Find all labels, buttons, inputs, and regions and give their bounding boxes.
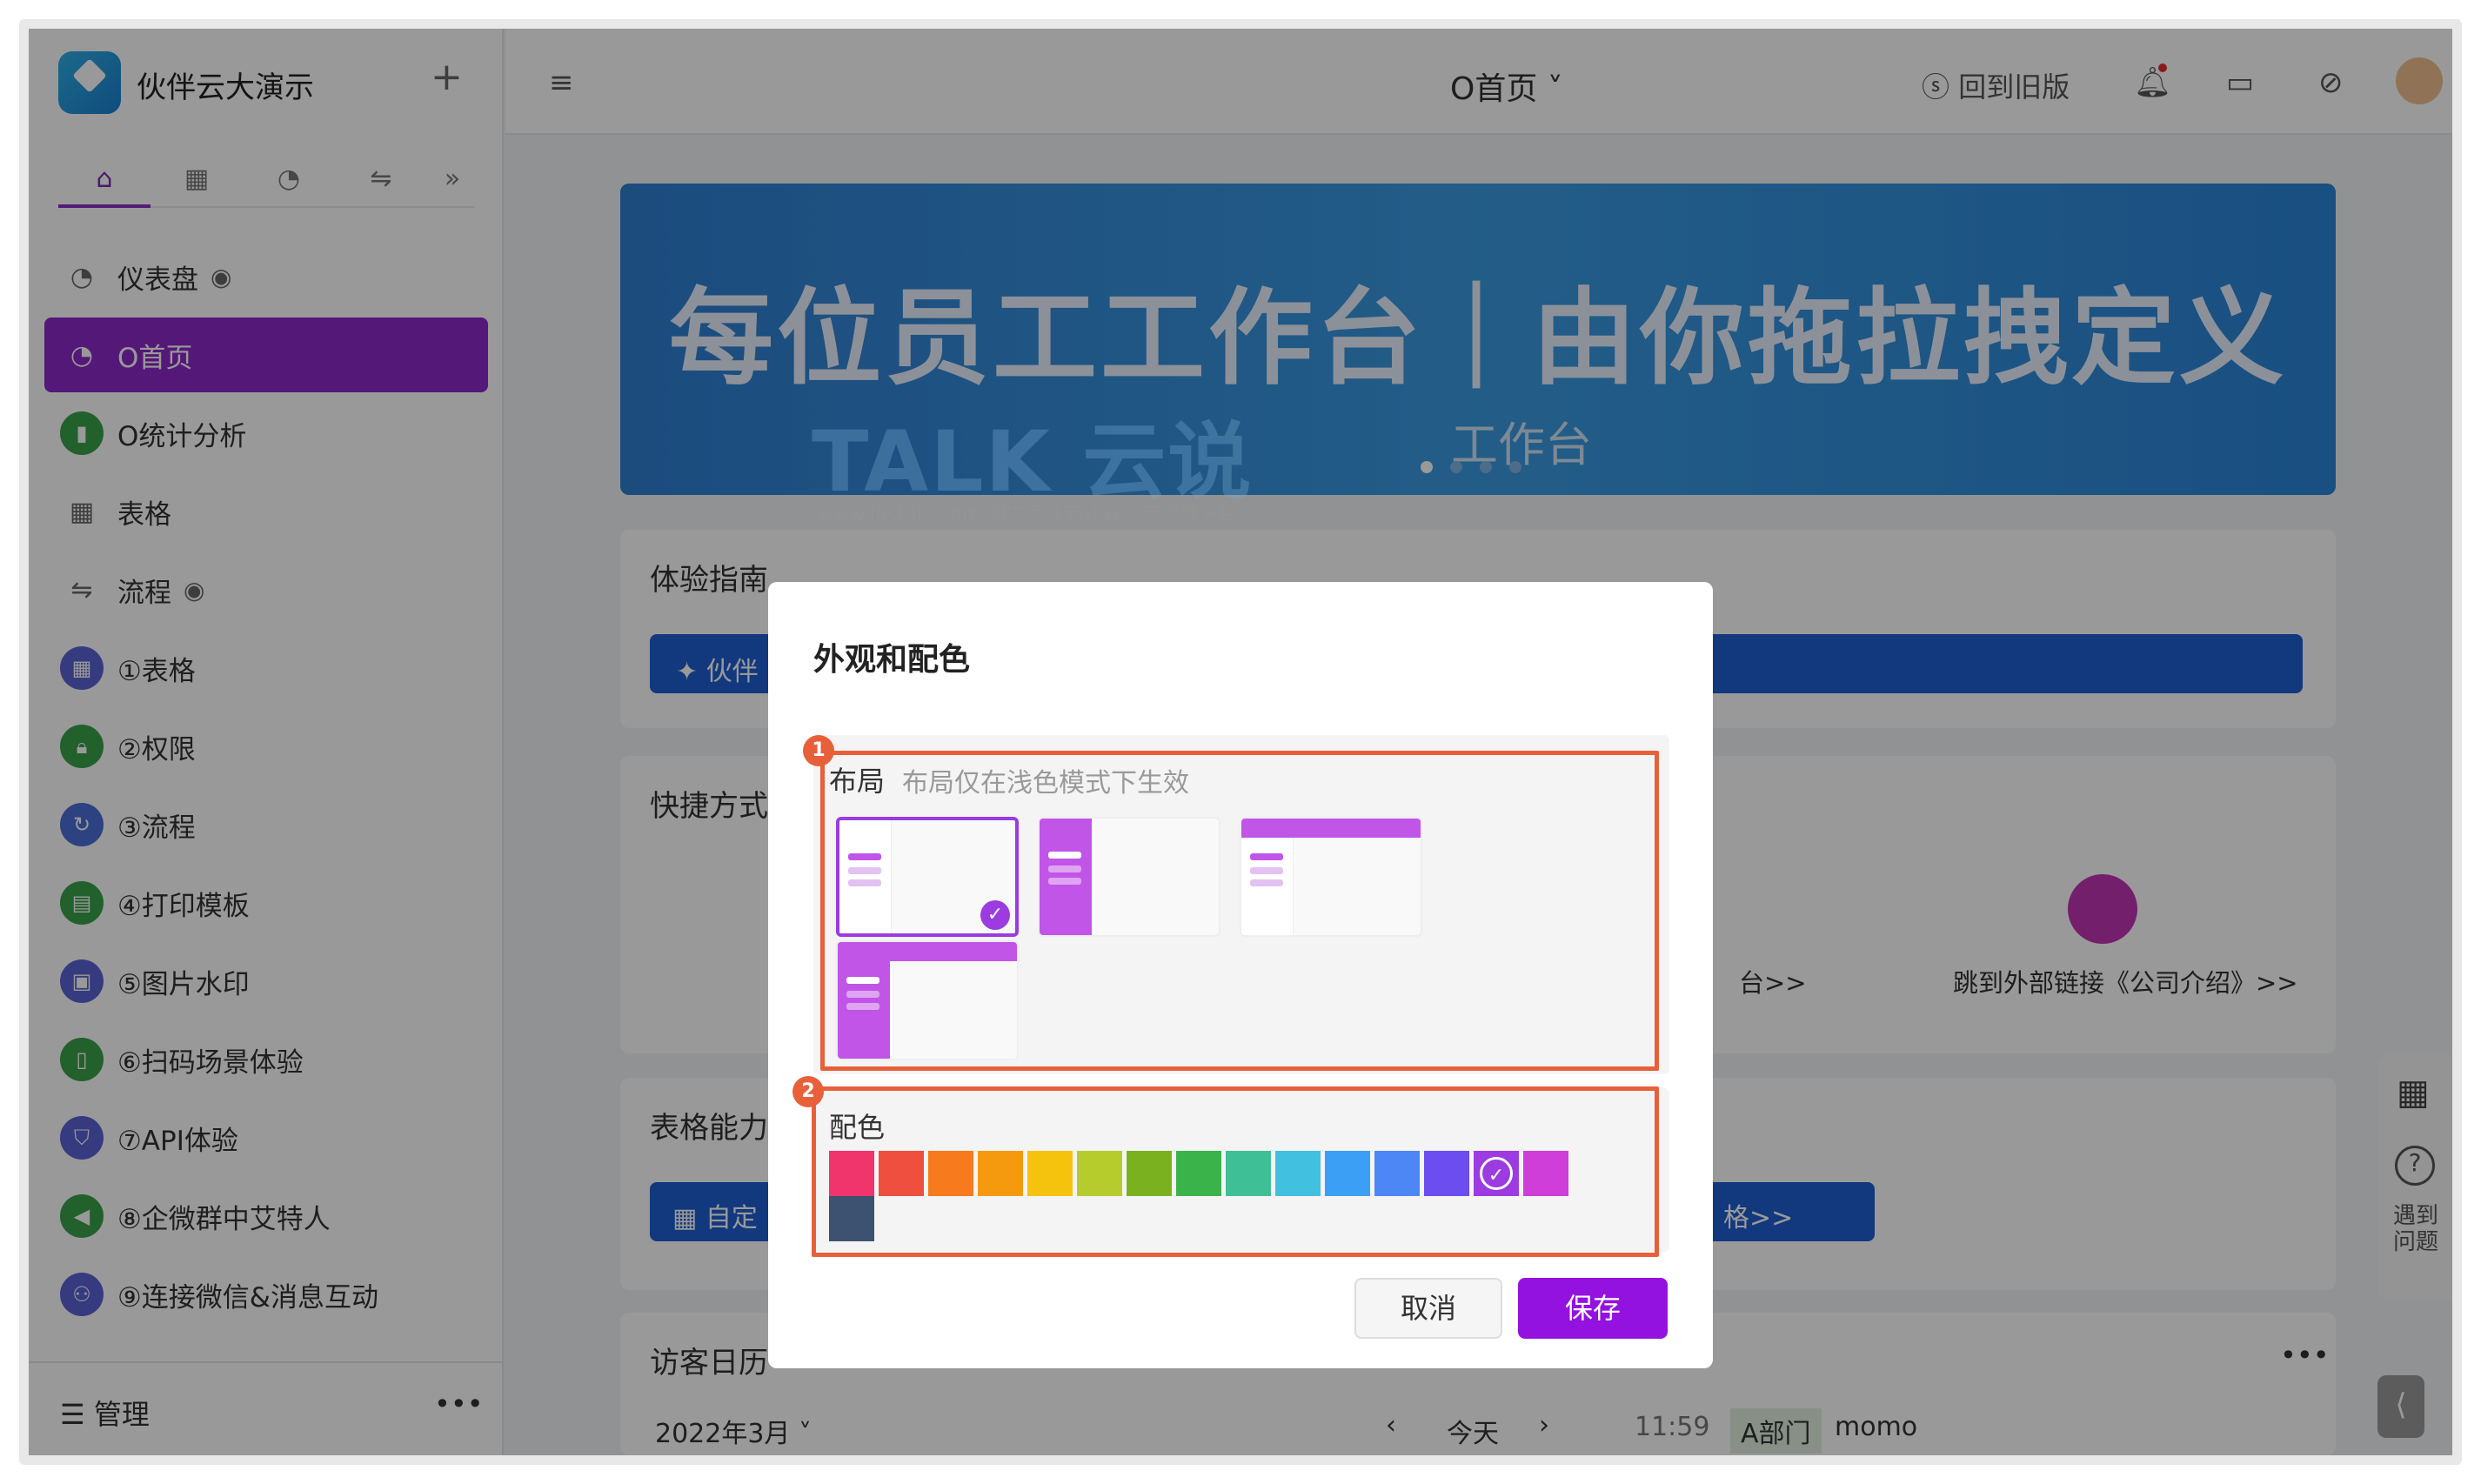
app-window: { "app": {"title": "伙伴云大演示"}, "sidebar":… xyxy=(29,29,2452,1455)
cancel-button[interactable]: 取消 xyxy=(1354,1278,1502,1339)
dialog-title: 外观和配色 xyxy=(813,642,971,678)
save-button[interactable]: 保存 xyxy=(1518,1278,1668,1339)
appearance-dialog: 外观和配色 布局 布局仅在浅色模式下生效 ✓ 配色 ✓ 1 2 取消 保存 xyxy=(768,582,1713,1368)
watermark-sub: -www.idctalk.com-国内专业云计算交流服务平台- xyxy=(812,504,1243,525)
step-badge-2: 2 xyxy=(792,1076,824,1107)
step-badge-1: 1 xyxy=(803,735,834,766)
highlight-box-color xyxy=(812,1086,1659,1257)
highlight-box-layout xyxy=(820,751,1659,1071)
watermark: TALK 云说 xyxy=(812,413,1254,511)
